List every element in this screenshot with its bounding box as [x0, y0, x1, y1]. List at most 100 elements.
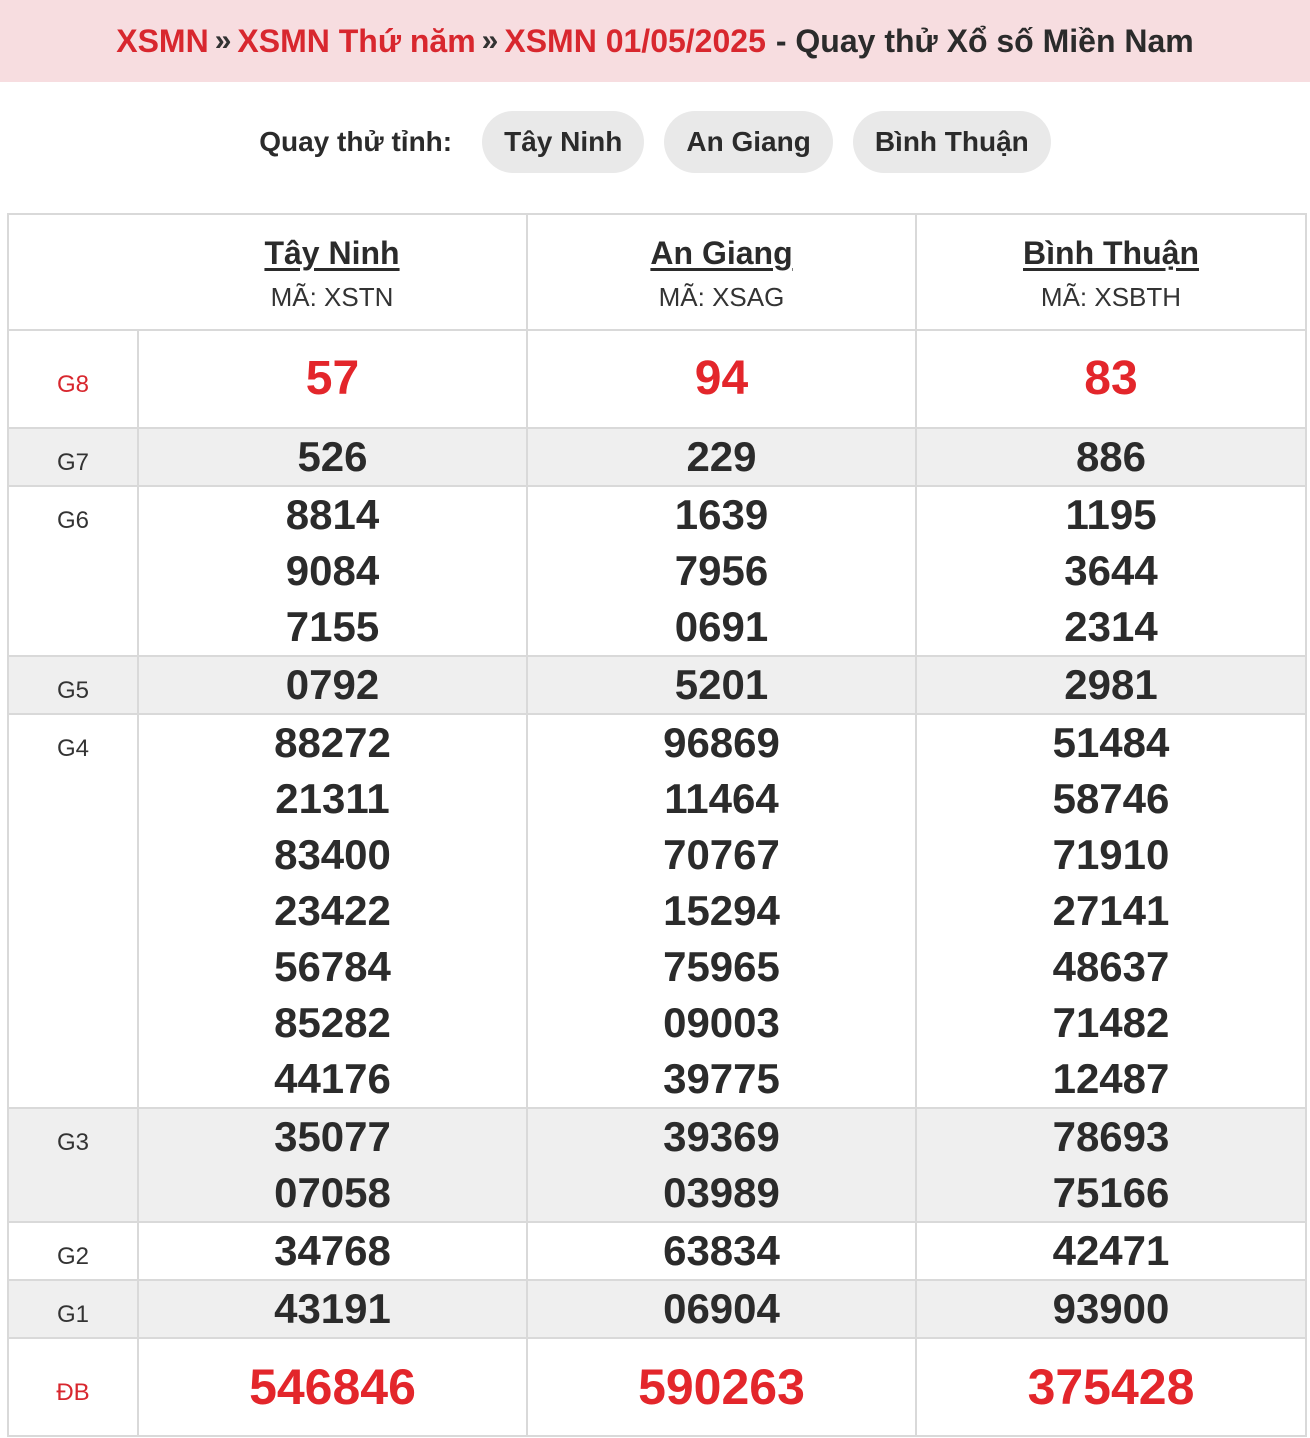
prize-row: ĐB 546846 590263 375428: [7, 1337, 1307, 1437]
prize-number: 526: [297, 433, 368, 480]
prize-number: 88272: [274, 719, 391, 766]
prize-values-cell: 88272 21311 83400 23422 56784 85282 44176: [137, 713, 528, 1109]
prize-values-cell: 886: [915, 427, 1307, 487]
prize-values-cell: 229: [526, 427, 917, 487]
prize-number: 56784: [274, 943, 391, 990]
prize-row: G8 57 94 83: [7, 329, 1307, 429]
province-button-binh-thuan[interactable]: Bình Thuận: [852, 111, 1051, 173]
prize-label: G4: [56, 735, 89, 762]
prize-label: G6: [56, 507, 89, 534]
prize-number: 5201: [674, 661, 769, 708]
prize-label: G2: [56, 1243, 89, 1270]
prize-row: G1 43191 06904 93900: [7, 1279, 1307, 1339]
prize-number: 21311: [275, 775, 390, 822]
prize-number: 06904: [663, 1285, 780, 1332]
prize-label-cell: G4: [7, 713, 139, 1109]
prize-number: 23422: [274, 887, 391, 934]
prize-number: 48637: [1052, 943, 1170, 990]
results-table: Tây Ninh MÃ: XSTN An Giang MÃ: XSAG Bình…: [7, 213, 1307, 1437]
prize-number: 27141: [1052, 887, 1170, 934]
prize-values-cell: 34768: [137, 1221, 528, 1281]
prize-values-cell: 42471: [915, 1221, 1307, 1281]
province-link-an-giang[interactable]: An Giang: [528, 235, 915, 272]
prize-number: 7956: [674, 547, 769, 594]
province-column-header: An Giang MÃ: XSAG: [526, 213, 917, 331]
prize-number: 96869: [663, 719, 780, 766]
prize-number: 375428: [1027, 1359, 1195, 1415]
prize-number: 35077: [274, 1113, 391, 1160]
province-button-tay-ninh[interactable]: Tây Ninh: [482, 111, 645, 173]
province-code: MÃ: XSAG: [658, 282, 785, 312]
prize-number: 75166: [1052, 1169, 1170, 1216]
prize-number: 3644: [1064, 547, 1158, 594]
province-button-an-giang[interactable]: An Giang: [664, 111, 833, 173]
province-code: MÃ: XSBTH: [1040, 282, 1182, 312]
prize-label-cell: G3: [7, 1107, 139, 1223]
prize-values-cell: 43191: [137, 1279, 528, 1339]
prize-number: 34768: [274, 1227, 391, 1274]
prize-number: 85282: [274, 999, 391, 1046]
breadcrumb-link-xsmn[interactable]: XSMN: [116, 23, 208, 60]
prize-number: 93900: [1052, 1285, 1170, 1332]
province-column-header: Tây Ninh MÃ: XSTN: [138, 213, 528, 331]
prize-number: 12487: [1052, 1055, 1170, 1102]
prize-label-cell: G5: [7, 655, 139, 715]
breadcrumb-link-weekday[interactable]: XSMN Thứ năm: [237, 23, 475, 60]
prize-number: 57: [305, 352, 360, 405]
prize-values-cell: 06904: [526, 1279, 917, 1339]
prize-label-cell: G7: [7, 427, 139, 487]
prize-number: 44176: [274, 1055, 391, 1102]
prize-number: 78693: [1052, 1113, 1170, 1160]
breadcrumb-link-date[interactable]: XSMN 01/05/2025: [504, 23, 766, 60]
prize-label: G8: [56, 371, 89, 398]
prize-number: 8814: [285, 491, 380, 538]
province-column-header: Bình Thuận MÃ: XSBTH: [915, 213, 1307, 331]
prize-label-cell: G1: [7, 1279, 139, 1339]
prize-number: 11464: [664, 775, 779, 822]
province-link-tay-ninh[interactable]: Tây Ninh: [138, 235, 526, 272]
prize-number: 886: [1075, 433, 1147, 480]
prize-number: 75965: [663, 943, 780, 990]
prize-label: G7: [56, 449, 89, 476]
prize-number: 94: [694, 352, 749, 405]
province-selector: Quay thử tỉnh: Tây Ninh An Giang Bình Th…: [0, 110, 1310, 174]
prize-values-cell: 2981: [915, 655, 1307, 715]
prize-number: 07058: [274, 1169, 391, 1216]
prize-values-cell: 35077 07058: [137, 1107, 528, 1223]
prize-number: 590263: [638, 1359, 805, 1415]
prize-label: G5: [56, 677, 89, 704]
prize-number: 43191: [274, 1285, 391, 1332]
prize-number: 9084: [285, 547, 380, 594]
prize-number: 03989: [663, 1169, 780, 1216]
prize-values-cell: 83: [915, 329, 1307, 429]
prize-values-cell: 375428: [915, 1337, 1307, 1437]
prize-number: 83400: [274, 831, 391, 878]
prize-values-cell: 93900: [915, 1279, 1307, 1339]
prize-values-cell: 94: [526, 329, 917, 429]
results-header-row: Tây Ninh MÃ: XSTN An Giang MÃ: XSAG Bình…: [7, 213, 1307, 331]
prize-values-cell: 96869 11464 70767 15294 75965 09003 39775: [526, 713, 917, 1109]
prize-number: 70767: [663, 831, 780, 878]
prize-values-cell: 39369 03989: [526, 1107, 917, 1223]
prize-row: G3 35077 07058 39369 03989 78693 75166: [7, 1107, 1307, 1223]
prize-row: G5 0792 5201 2981: [7, 655, 1307, 715]
province-link-binh-thuan[interactable]: Bình Thuận: [917, 235, 1305, 272]
prize-label-cell: G6: [7, 485, 139, 657]
prize-label: G3: [56, 1129, 89, 1156]
prize-number: 1195: [1065, 491, 1157, 538]
prize-number: 546846: [249, 1359, 416, 1415]
prize-label: G1: [56, 1301, 89, 1328]
prize-row: G7 526 229 886: [7, 427, 1307, 487]
prize-number: 7155: [285, 603, 380, 650]
prize-number: 2981: [1064, 661, 1158, 708]
prize-number: 63834: [663, 1227, 780, 1274]
province-code: MÃ: XSTN: [270, 282, 394, 312]
prize-number: 83: [1084, 352, 1138, 405]
prize-number: 2314: [1064, 603, 1158, 650]
province-selector-label: Quay thử tỉnh:: [259, 126, 453, 157]
prize-values-cell: 51484 58746 71910 27141 48637 71482 12487: [915, 713, 1307, 1109]
prize-values-cell: 0792: [137, 655, 528, 715]
prize-number: 15294: [663, 887, 780, 934]
prize-number: 71482: [1052, 999, 1170, 1046]
prize-values-cell: 546846: [137, 1337, 528, 1437]
